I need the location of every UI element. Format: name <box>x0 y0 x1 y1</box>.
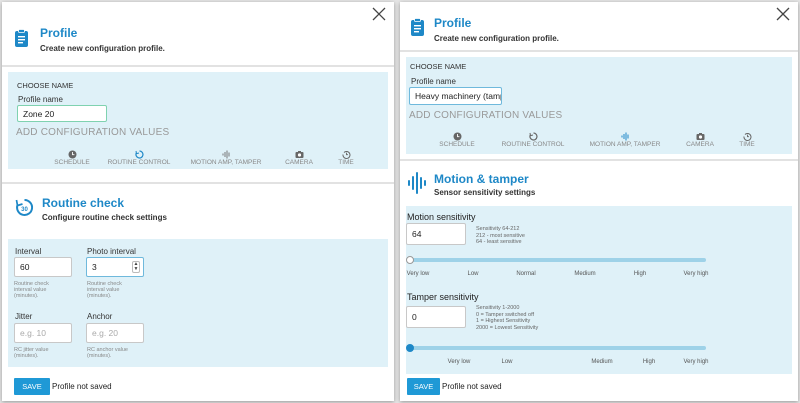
timer-icon <box>134 146 144 159</box>
slider-tick-label: Normal <box>516 271 536 277</box>
slider-tick-label: Medium <box>574 271 596 277</box>
save-status: Profile not saved <box>52 382 112 391</box>
tamper-sensitivity-input[interactable]: 0 <box>406 306 466 328</box>
sound-wave-icon <box>621 128 630 141</box>
clipboard-icon <box>14 29 29 47</box>
slider-tick-label: Low <box>501 359 513 365</box>
svg-text:30: 30 <box>21 207 28 213</box>
profile-panel-right: Profile Create new configuration profile… <box>400 2 798 401</box>
camera-icon <box>696 128 705 140</box>
photo-interval-input[interactable]: 3 ▲ ▼ <box>86 257 144 277</box>
slider-tick-label: Very low <box>406 271 430 277</box>
tab-time[interactable]: TIME <box>707 128 787 148</box>
page-subtitle: Create new configuration profile. <box>434 34 559 43</box>
divider <box>2 65 394 67</box>
tab-label: TIME <box>338 159 354 166</box>
photo-interval-label: Photo interval <box>87 247 136 256</box>
section-subtitle: Sensor sensitivity settings <box>434 188 536 197</box>
choose-name-heading: CHOOSE NAME <box>17 81 74 90</box>
clock-icon <box>453 128 462 141</box>
close-icon[interactable] <box>372 7 386 21</box>
clipboard-icon <box>410 18 425 36</box>
motion-help: Sensitivity 64-212 212 - most sensitive … <box>476 226 525 246</box>
profile-name-label: Profile name <box>18 95 63 104</box>
jitter-input[interactable]: e.g. 10 <box>14 323 72 343</box>
section-title: Motion & tamper <box>434 172 529 186</box>
divider <box>400 159 798 161</box>
motion-sensitivity-label: Motion sensitivity <box>407 212 476 222</box>
tab-schedule[interactable]: SCHEDULE <box>417 128 497 148</box>
tab-motion-amp-tamper[interactable]: MOTION AMP, TAMPER <box>186 146 266 166</box>
history-icon <box>742 128 752 141</box>
motion-sensitivity-slider[interactable] <box>410 258 706 262</box>
save-button[interactable]: SAVE <box>14 378 50 395</box>
photo-interval-help: Routine check interval value (minutes). <box>87 281 122 299</box>
profile-name-input[interactable]: Heavy machinery (tampe <box>409 87 502 105</box>
add-config-heading: ADD CONFIGURATION VALUES <box>16 127 170 138</box>
interval-help: Routine check interval value (minutes). <box>14 281 49 299</box>
profile-name-label: Profile name <box>411 77 456 86</box>
tab-routine-control[interactable]: ROUTINE CONTROL <box>99 146 179 166</box>
slider-tick-label: Very low <box>447 359 471 365</box>
tamper-slider-thumb[interactable] <box>406 344 414 352</box>
tab-label: MOTION AMP, TAMPER <box>589 141 661 148</box>
page-subtitle: Create new configuration profile. <box>40 44 165 53</box>
slider-tick-label: Medium <box>591 359 613 365</box>
clock-icon <box>68 146 77 159</box>
slider-tick-label: High <box>633 271 647 277</box>
section-title: Routine check <box>42 196 125 210</box>
tamper-sensitivity-label: Tamper sensitivity <box>407 292 479 302</box>
tamper-help-line: 2000 = Lowest Sensitivity <box>476 324 539 331</box>
jitter-label: Jitter <box>15 312 33 321</box>
sound-wave-icon <box>222 146 231 159</box>
tab-label: ROUTINE CONTROL <box>107 159 171 166</box>
tab-label: TIME <box>739 141 755 148</box>
history-icon <box>341 146 351 159</box>
tab-label: SCHEDULE <box>439 141 475 148</box>
interval-label: Interval <box>15 247 42 256</box>
page-title: Profile <box>40 26 78 40</box>
save-button[interactable]: SAVE <box>407 378 440 395</box>
anchor-label: Anchor <box>87 312 113 321</box>
tab-label: MOTION AMP, TAMPER <box>190 159 262 166</box>
divider <box>2 182 394 184</box>
page-title: Profile <box>434 16 472 30</box>
tamper-help: Sensitivity 1-2000 0 = Tamper switched o… <box>476 305 538 331</box>
motion-sensitivity-input[interactable]: 64 <box>406 223 466 245</box>
tamper-help-line: 1 = Highest Sensitivity <box>476 318 531 324</box>
motion-slider-thumb[interactable] <box>406 256 414 264</box>
divider <box>400 50 798 52</box>
slider-tick-label: High <box>642 359 656 365</box>
stepper-icon[interactable]: ▲ ▼ <box>132 261 140 273</box>
slider-tick-label: Very high <box>683 271 709 277</box>
profile-name-input[interactable]: Zone 20 <box>17 105 107 122</box>
photo-interval-value: 3 <box>92 262 97 272</box>
section-subtitle: Configure routine check settings <box>42 213 167 222</box>
anchor-input[interactable]: e.g. 20 <box>86 323 144 343</box>
tab-label: ROUTINE CONTROL <box>501 141 565 148</box>
anchor-help: RC anchor value (minutes). <box>87 347 128 359</box>
timer-30-icon: 30 <box>15 198 34 217</box>
tab-motion-amp-tamper[interactable]: MOTION AMP, TAMPER <box>585 128 665 148</box>
tamper-sensitivity-slider[interactable] <box>410 346 706 350</box>
jitter-help: RC jitter value (minutes). <box>14 347 49 359</box>
slider-tick-label: Low <box>467 271 479 277</box>
motion-help-line: 64 - least sensitive <box>476 239 522 245</box>
camera-icon <box>295 146 304 158</box>
motion-help-line: Sensitivity 64-212 <box>476 226 520 232</box>
save-status: Profile not saved <box>442 382 502 391</box>
timer-icon <box>528 128 538 141</box>
close-icon[interactable] <box>776 7 790 21</box>
slider-tick-label: Very high <box>683 359 709 365</box>
sound-wave-icon <box>408 172 428 194</box>
interval-input[interactable]: 60 <box>14 257 72 277</box>
tab-routine-control[interactable]: ROUTINE CONTROL <box>493 128 573 148</box>
profile-panel-left: Profile Create new configuration profile… <box>2 2 394 401</box>
add-config-heading: ADD CONFIGURATION VALUES <box>409 110 563 121</box>
choose-name-heading: CHOOSE NAME <box>410 62 467 71</box>
tab-time[interactable]: TIME <box>306 146 386 166</box>
